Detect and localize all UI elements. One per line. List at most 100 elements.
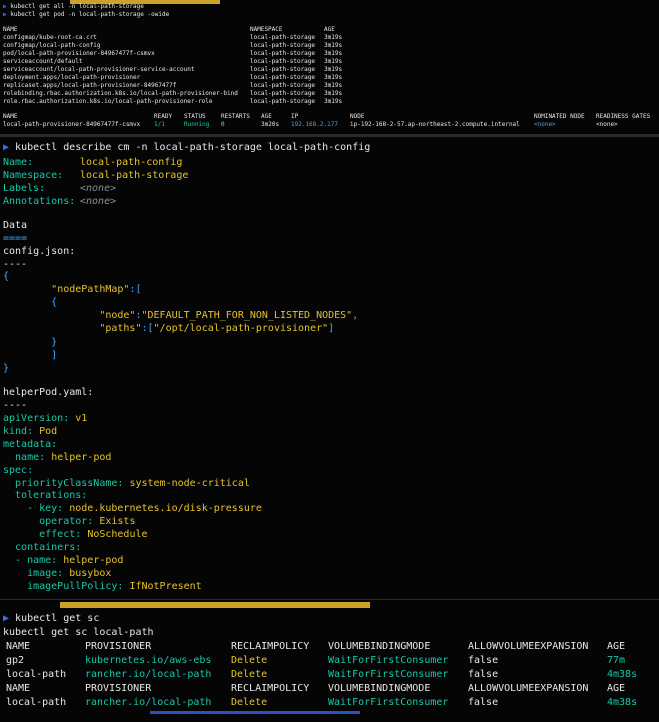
table-cell: WaitForFirstConsumer <box>328 655 449 666</box>
table-header: IP <box>291 113 299 120</box>
terminal-pane-middle[interactable]: ▶ kubectl describe cm -n local-path-stor… <box>0 137 659 599</box>
table-cell: 3m20s <box>261 121 280 128</box>
table-header: RESTARTS <box>221 113 250 120</box>
table-cell: 77m <box>607 655 626 666</box>
table-cell: 4m38s <box>607 697 638 708</box>
table-cell: local-path-storage <box>250 50 316 57</box>
meta-value: <none> <box>80 183 117 194</box>
table-cell: 1/1 <box>154 121 165 128</box>
table-cell: serviceaccount/local-path-provisioner-se… <box>3 66 195 73</box>
table-cell: local-path-storage <box>250 74 316 81</box>
meta-key: Name: <box>3 157 34 168</box>
table-header: NOMINATED NODE <box>534 113 585 120</box>
meta-key: Namespace: <box>3 170 64 181</box>
table-cell: 3m19s <box>324 50 343 57</box>
terminal-pane-bottom[interactable]: ▶ kubectl get sc kubectl get sc local-pa… <box>0 600 659 722</box>
table-header: RECLAIMPOLICY <box>231 641 310 652</box>
table-cell: Delete <box>231 697 268 708</box>
table-header: NAME <box>6 683 31 694</box>
table-cell: local-path-storage <box>250 98 316 105</box>
helper-pod-key: helperPod.yaml: <box>3 387 94 398</box>
table-cell: local-path-provisioner-84967477f-csmvx <box>3 121 141 128</box>
table-cell: configmap/local-path-config <box>3 42 101 49</box>
table-header: AGE <box>607 641 626 652</box>
data-rule: ==== <box>3 233 28 244</box>
table-header: ALLOWVOLUMEEXPANSION <box>468 683 589 694</box>
table-cell: kubernetes.io/aws-ebs <box>85 655 212 666</box>
table-header: NAME <box>3 26 18 33</box>
table-cell: 3m19s <box>324 58 343 65</box>
table-cell: local-path-storage <box>250 42 316 49</box>
table-cell: serviceaccount/default <box>3 58 83 65</box>
table-cell: 3m19s <box>324 42 343 49</box>
table-header: RECLAIMPOLICY <box>231 683 310 694</box>
table-cell: gp2 <box>6 655 25 666</box>
meta-key: Annotations: <box>3 196 76 207</box>
json-line: "paths":["/opt/local-path-provisioner"] <box>99 323 335 335</box>
table-header: AGE <box>324 26 335 33</box>
config-json-key: config.json: <box>3 246 76 257</box>
table-cell: false <box>468 655 499 666</box>
meta-value: local-path-storage <box>80 170 189 181</box>
meta-value: <none> <box>80 196 117 207</box>
data-title: Data <box>3 220 28 231</box>
table-header: VOLUMEBINDINGMODE <box>328 683 431 694</box>
table-cell: ip-192-168-2-57.ap-northeast-2.compute.i… <box>350 121 520 128</box>
table-cell: Delete <box>231 655 268 666</box>
table-cell: local-path-storage <box>250 90 316 97</box>
table-header: READY <box>154 113 173 120</box>
table-cell: 0 <box>221 121 225 128</box>
table-cell: deployment.apps/local-path-provisioner <box>3 74 141 81</box>
table-cell: 3m19s <box>324 74 343 81</box>
table-header: AGE <box>607 683 626 694</box>
json-line: { <box>3 271 10 282</box>
table-cell: rancher.io/local-path <box>85 669 212 680</box>
table-cell: 3m19s <box>324 90 343 97</box>
meta-value: local-path-config <box>80 157 183 168</box>
table-header: READINESS GATES <box>596 113 651 120</box>
table-cell: role.rbac.authorization.k8s.io/local-pat… <box>3 98 213 105</box>
command-line: ▶ kubectl describe cm -n local-path-stor… <box>3 142 371 153</box>
table-cell: WaitForFirstConsumer <box>328 669 449 680</box>
table-cell: Delete <box>231 669 268 680</box>
table-header: ALLOWVOLUMEEXPANSION <box>468 641 589 652</box>
command-line: kubectl get sc local-path <box>3 627 154 638</box>
json-line: } <box>3 336 58 348</box>
table-cell: false <box>468 669 499 680</box>
table-header: PROVISIONER <box>85 683 152 694</box>
table-cell: Running <box>184 121 210 128</box>
table-header: NAME <box>3 113 18 120</box>
table-header: NAME <box>6 641 31 652</box>
dash-rule: ---- <box>3 259 28 270</box>
table-cell: 192.168.2.177 <box>291 121 338 128</box>
table-cell: 3m19s <box>324 82 343 89</box>
table-header: STATUS <box>184 113 206 120</box>
table-cell: false <box>468 697 499 708</box>
dash-rule: ---- <box>3 400 28 411</box>
table-cell: 3m19s <box>324 66 343 73</box>
table-cell: local-path-storage <box>250 82 316 89</box>
table-cell: local-path-storage <box>250 34 316 41</box>
command-line: ▶ kubectl get sc <box>3 613 100 624</box>
table-cell: WaitForFirstConsumer <box>328 697 449 708</box>
table-cell: replicaset.apps/local-path-provisioner-8… <box>3 82 177 89</box>
table-cell: 3m19s <box>324 34 343 41</box>
command-line: ▶ kubectl get pod -n local-path-storage … <box>3 11 170 18</box>
table-cell: <none> <box>596 121 618 128</box>
prompt-status-bar <box>60 602 370 608</box>
table-cell: rolebinding.rbac.authorization.k8s.io/lo… <box>3 90 238 97</box>
table-cell: <none> <box>534 121 556 128</box>
table-header: NODE <box>350 113 365 120</box>
table-cell: configmap/kube-root-ca.crt <box>3 34 97 41</box>
json-line: { <box>3 297 58 309</box>
terminal-pane-top[interactable]: ▶ kubectl get all -n local-path-storage … <box>0 0 659 134</box>
json-line: "nodePathMap":[ <box>51 284 142 296</box>
table-cell: local-path <box>6 669 67 680</box>
json-line: } <box>3 362 10 374</box>
table-header: AGE <box>261 113 272 120</box>
table-cell: pod/local-path-provisioner-84967477f-csm… <box>3 50 155 57</box>
meta-key: Labels: <box>3 183 46 194</box>
table-cell: 4m38s <box>607 669 638 680</box>
command-line: ▶ kubectl get all -n local-path-storage <box>3 3 144 10</box>
table-cell: 3m19s <box>324 98 343 105</box>
